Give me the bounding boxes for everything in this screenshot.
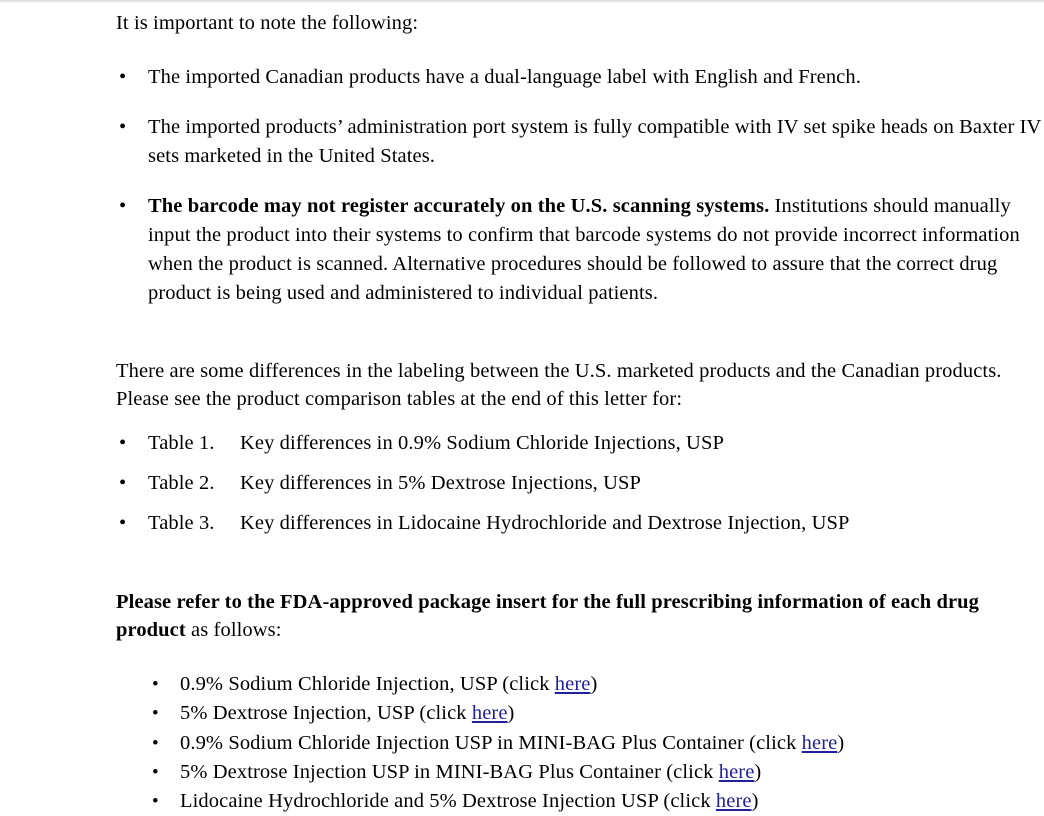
table-description: Key differences in 0.9% Sodium Chloride … — [240, 432, 724, 454]
document-body: It is important to note the following: •… — [0, 4, 1044, 816]
list-item: • Table 2. Key differences in 5% Dextrose… — [0, 466, 1044, 500]
table-description: Key differences in 5% Dextrose Injection… — [240, 472, 642, 494]
list-item: • The imported products’ administration … — [0, 113, 1044, 171]
intro-paragraph: It is important to note the following: — [116, 12, 419, 34]
list-item: • The barcode may not register accuratel… — [0, 192, 1044, 308]
note-text: The imported products’ administration po… — [148, 116, 1042, 167]
product-name: 5% Dextrose Injection USP in MINI-BAG Pl… — [180, 760, 719, 783]
bullet-icon: • — [119, 432, 127, 454]
viewport-top-edge — [0, 0, 1044, 3]
table-number: Table 3. — [148, 512, 215, 534]
insert-heading-rest: as follows: — [185, 619, 282, 641]
list-item: • 0.9% Sodium Chloride Injection USP in M… — [0, 729, 1044, 758]
list-item: • Table 3. Key differences in Lidocaine H… — [0, 506, 1044, 540]
product-link-here[interactable]: here — [472, 702, 508, 724]
bullet-icon: • — [152, 703, 159, 725]
product-name: 0.9% Sodium Chloride Injection USP in MI… — [180, 731, 802, 754]
product-suffix: ) — [837, 731, 845, 754]
bullet-icon: • — [152, 732, 159, 754]
product-suffix: ) — [754, 760, 762, 783]
list-item: • Lidocaine Hydrochloride and 5% Dextrose… — [0, 787, 1044, 816]
product-name: 0.9% Sodium Chloride Injection, USP (cli… — [180, 673, 555, 695]
list-item: • 0.9% Sodium Chloride Injection, USP (cl… — [0, 670, 1044, 699]
product-suffix: ) — [590, 673, 598, 695]
bullet-icon: • — [119, 512, 127, 534]
product-link-here[interactable]: here — [719, 761, 755, 783]
table-number: Table 1. — [148, 432, 215, 454]
document-page: It is important to note the following: •… — [0, 0, 1044, 812]
bullet-icon: • — [119, 195, 127, 217]
bullet-icon: • — [119, 66, 127, 88]
product-link-here[interactable]: here — [555, 673, 591, 695]
product-name: Lidocaine Hydrochloride and 5% Dextrose … — [180, 790, 716, 813]
insert-heading: Please refer to the FDA-approved package… — [0, 588, 1044, 644]
table-description: Key differences in Lidocaine Hydrochlori… — [240, 512, 850, 534]
product-name: 5% Dextrose Injection, USP (click — [180, 702, 472, 725]
differences-paragraph: There are some differences in the labeli… — [116, 360, 1002, 410]
notes-bullet-list: • The imported Canadian products have a … — [0, 63, 1044, 308]
list-item: • 5% Dextrose Injection USP in MINI-BAG P… — [0, 758, 1044, 787]
list-item: • The imported Canadian products have a … — [0, 63, 1044, 92]
note-text: The imported Canadian products have a du… — [148, 66, 861, 88]
bullet-icon: • — [119, 472, 127, 494]
table-number: Table 2. — [148, 472, 215, 494]
products-bullet-list: • 0.9% Sodium Chloride Injection, USP (cl… — [0, 670, 1044, 816]
list-item: • Table 1. Key differences in 0.9% Sodium… — [0, 426, 1044, 460]
bullet-icon: • — [119, 116, 127, 138]
list-item: • 5% Dextrose Injection, USP (click here) — [0, 699, 1044, 728]
product-link-here[interactable]: here — [802, 732, 838, 754]
bullet-icon: • — [152, 674, 159, 695]
note-bold-lead: The barcode may not register accurately … — [148, 195, 770, 217]
product-suffix: ) — [507, 702, 515, 725]
bullet-icon: • — [152, 791, 159, 813]
bullet-icon: • — [152, 761, 159, 783]
product-suffix: ) — [751, 790, 759, 813]
tables-bullet-list: • Table 1. Key differences in 0.9% Sodium… — [0, 426, 1044, 540]
product-link-here[interactable]: here — [716, 790, 752, 812]
